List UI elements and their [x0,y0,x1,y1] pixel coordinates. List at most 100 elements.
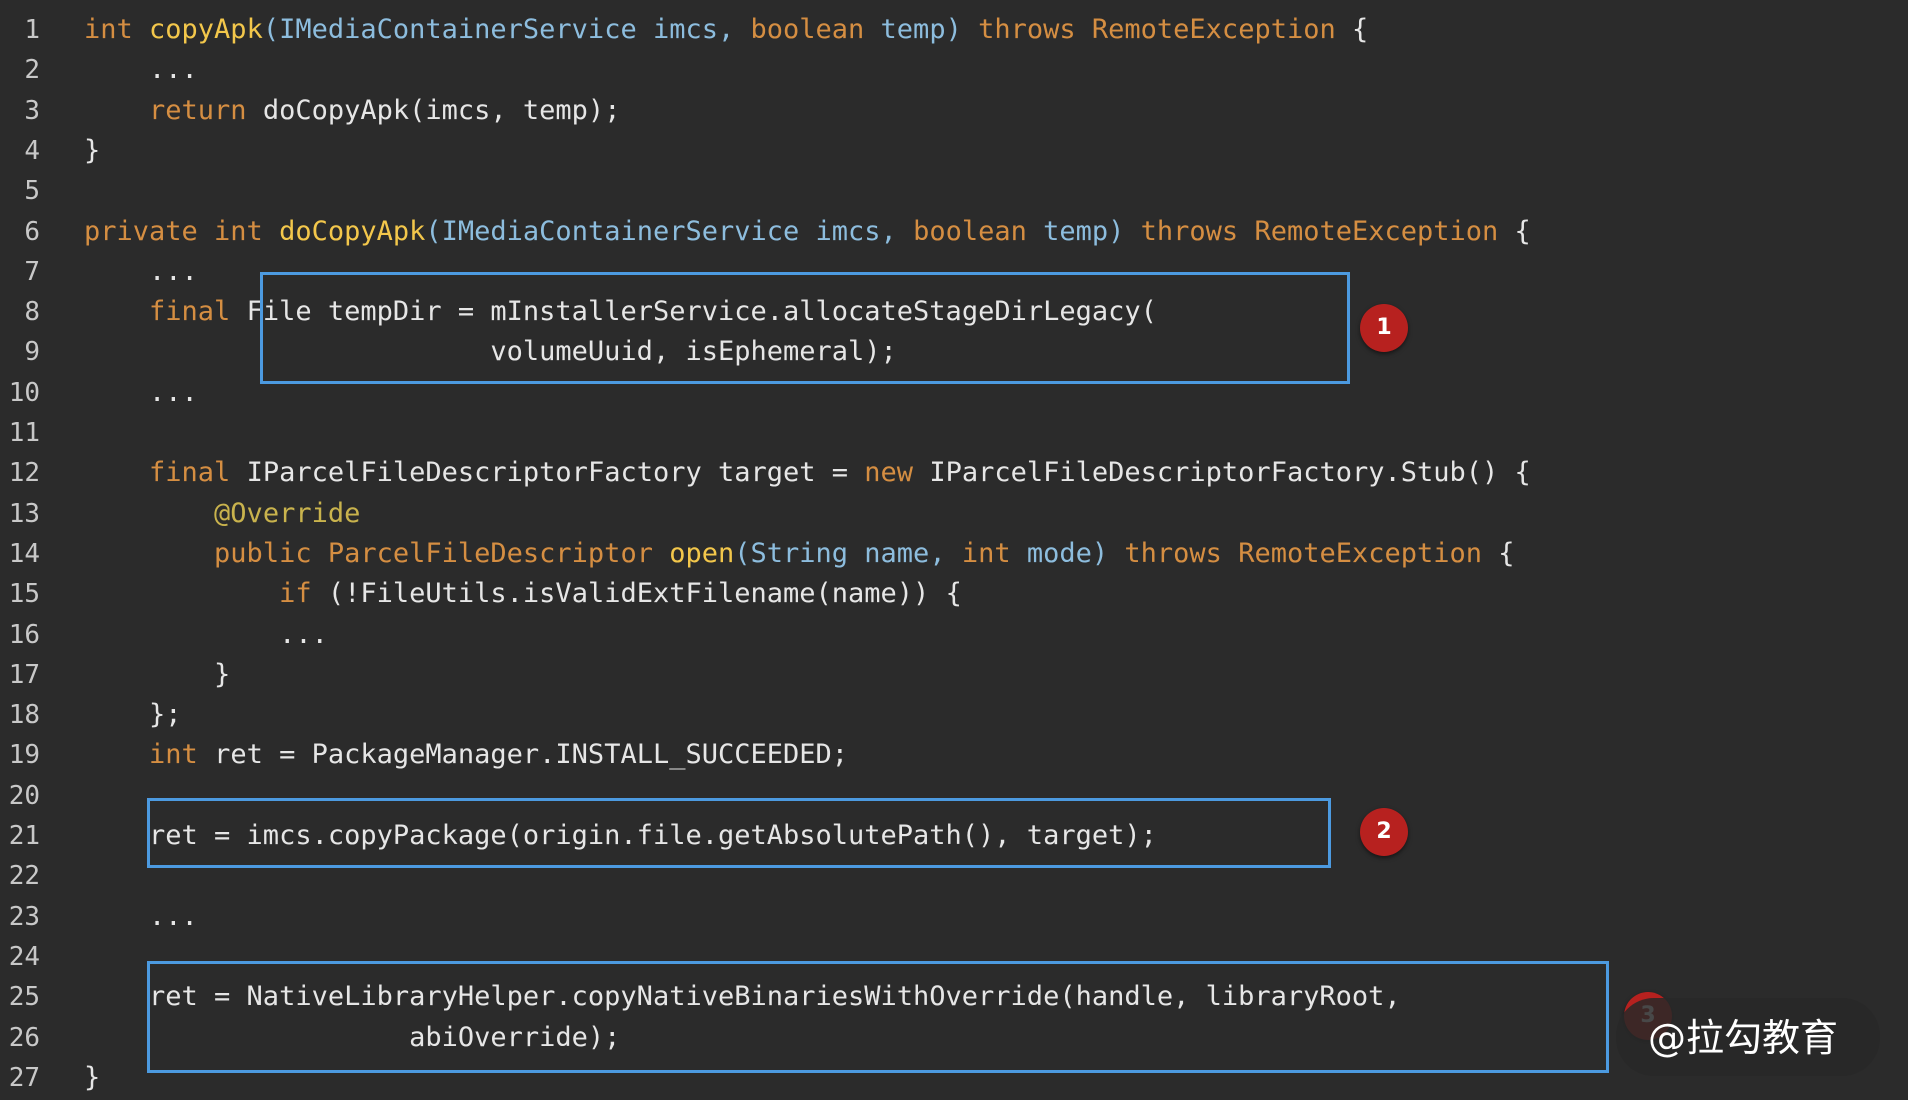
code-editor: 27} 26 abiOverride); 25 ret = NativeLibrar… [0,0,1908,1100]
code-token: } [84,1061,101,1093]
line-number: 11 [8,418,40,448]
line-number: 22 [8,861,40,892]
code-text: }; [84,695,182,735]
line-number: 15 [8,579,40,610]
line-number: 2 [24,55,40,86]
code-token: throws [1140,215,1255,247]
line-number: 27 [8,1062,40,1093]
code-token: ... [84,618,328,650]
line-number: 21 [8,821,40,851]
code-token: throws [1124,537,1239,569]
code-token: } [84,658,231,690]
code-token: (String name, [734,537,962,569]
code-text: } [84,655,230,695]
code-token: final [149,457,247,489]
line-number: 23 [8,901,40,932]
watermark-text: @拉勾教育 [1648,1016,1839,1060]
code-token: copyApk [149,14,263,45]
line-number: 18 [8,700,40,731]
code-token: temp) [880,14,979,45]
callout-marker-2: 2 [1360,808,1408,856]
code-token: }; [84,699,182,731]
line-number: 7 [24,256,40,287]
code-token: private [84,215,215,247]
code-token: ret = PackageManager.INSTALL_SUCCEEDED; [214,739,849,771]
line-number: 6 [24,216,40,247]
code-text: public ParcelFileDescriptor open(String … [84,534,1515,574]
code-token: { [1514,215,1531,247]
code-token: doCopyApk(imcs, temp); [262,94,621,126]
code-token: mode) [1026,537,1125,569]
code-token: IParcelFileDescriptorFactory.Stub() { [929,457,1531,489]
code-token: (!FileUtils.isValidExtFilename(name)) { [327,578,962,610]
code-text: int copyApk(IMediaContainerService imcs,… [84,10,1368,50]
line-number: 3 [24,95,40,126]
code-text: private int doCopyApk(IMediaContainerSer… [84,212,1531,252]
code-token: throws [978,14,1092,45]
line-number: 10 [8,377,40,408]
highlight-box-1 [260,272,1350,384]
code-text: ... [84,252,198,292]
code-token: (IMediaContainerService imcs, [262,14,751,45]
code-text: @Override [84,494,360,534]
code-token: boolean [913,215,1044,247]
code-token: RemoteException [1254,215,1515,247]
line-number: 13 [8,498,40,529]
line-number: 19 [8,740,40,771]
code-text: final IParcelFileDescriptorFactory targe… [84,453,1531,493]
code-text: return doCopyApk(imcs, temp); [84,91,620,131]
code-text: int ret = PackageManager.INSTALL_SUCCEED… [84,735,848,775]
line-number: 26 [8,1022,40,1053]
code-token: ... [84,900,198,932]
code-text: ... [84,615,328,655]
line-number: 24 [8,941,40,972]
code-token: int [149,739,215,771]
code-token: int [214,215,280,247]
code-text: } [84,131,100,171]
line-number: 1 [24,15,40,45]
code-token: } [84,134,101,166]
code-token: { [1498,537,1515,569]
line-number: 14 [8,538,40,569]
code-token: RemoteException [1238,537,1499,569]
line-number: 25 [8,982,40,1013]
callout-marker-1: 1 [1360,304,1408,352]
line-number: 5 [24,176,40,207]
code-text: ... [84,50,198,90]
code-text: } [84,1058,100,1098]
code-token: ... [84,376,198,408]
code-token: @Override [214,497,361,529]
code-token: int [961,537,1027,569]
highlight-box-3 [147,961,1609,1073]
code-text: ... [84,373,198,413]
highlight-box-2 [147,798,1331,868]
code-token: ... [84,54,198,86]
code-token: ... [84,255,198,287]
code-token: RemoteException [1091,14,1352,45]
code-token: public [214,537,328,569]
code-token: if [279,578,328,610]
code-text: if (!FileUtils.isValidExtFilename(name))… [84,574,962,614]
code-token: { [1351,14,1369,45]
code-token: return [149,94,263,126]
line-number: 8 [24,297,40,328]
code-token: ParcelFileDescriptor [327,537,670,569]
code-token: final [149,296,247,328]
line-number: 4 [24,135,40,166]
code-text: ... [84,897,198,937]
code-token: temp) [1043,215,1141,247]
code-token: int [84,14,150,45]
code-token: open [669,537,735,569]
code-token: doCopyApk [279,215,426,247]
code-token: IParcelFileDescriptorFactory target = [246,457,865,489]
line-number: 17 [8,659,40,690]
code-token: (IMediaContainerService imcs, [425,215,914,247]
line-number: 9 [24,337,40,368]
